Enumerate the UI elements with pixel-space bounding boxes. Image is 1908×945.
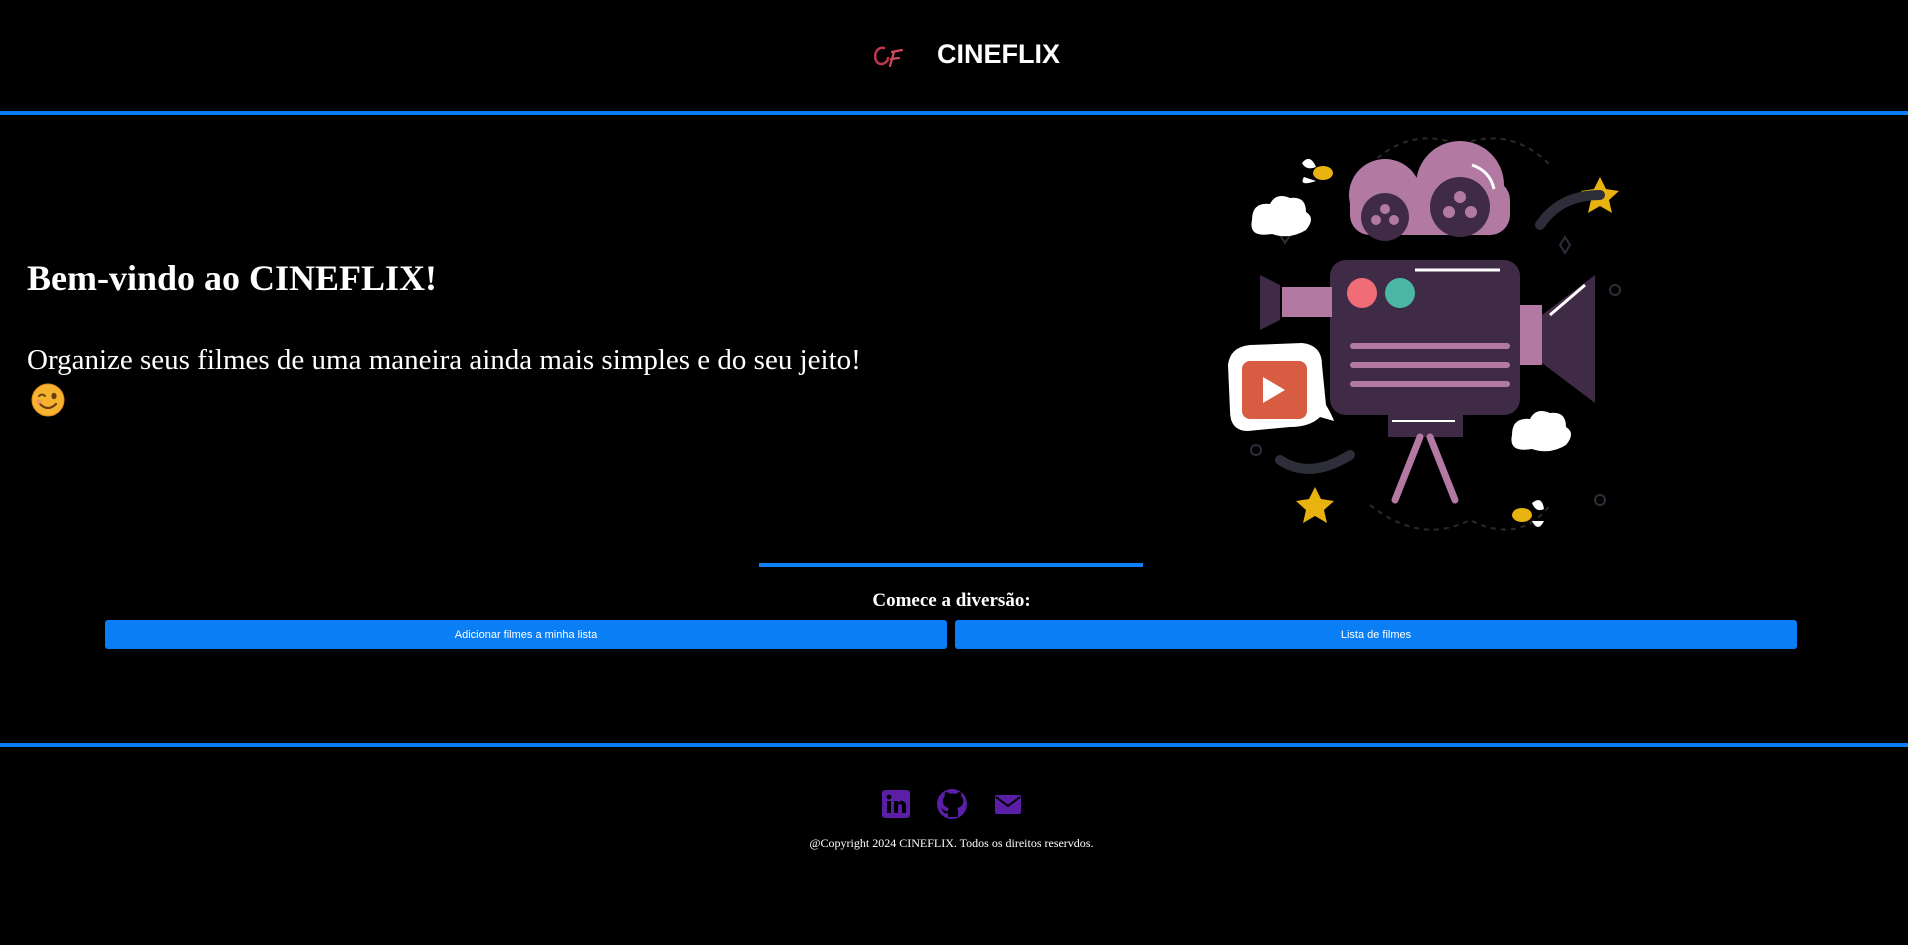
- mail-icon[interactable]: [992, 788, 1024, 820]
- github-icon[interactable]: [936, 788, 968, 820]
- film-camera-illustration: [1228, 137, 1621, 531]
- social-links: [880, 788, 1024, 820]
- winking-face-icon: [31, 383, 65, 417]
- linkedin-icon[interactable]: [880, 788, 912, 820]
- hero-title: Bem-vindo ao CINEFLIX!: [27, 258, 438, 298]
- movie-list-button[interactable]: Lista de filmes: [955, 620, 1797, 649]
- hero-subtitle: Organize seus filmes de uma maneira aind…: [27, 344, 861, 376]
- site-header: CINEFLIX: [0, 0, 1908, 111]
- add-movies-button[interactable]: Adicionar filmes a minha lista: [105, 620, 947, 649]
- cta-label: Comece a diversão:: [872, 590, 1031, 611]
- section-divider: [759, 563, 1143, 567]
- brand-name[interactable]: CINEFLIX: [937, 39, 1060, 70]
- header-divider: [0, 111, 1908, 115]
- footer-divider: [0, 743, 1908, 747]
- cineflix-logo-icon[interactable]: [868, 36, 914, 76]
- copyright-text: @Copyright 2024 CINEFLIX. Todos os direi…: [809, 836, 1094, 850]
